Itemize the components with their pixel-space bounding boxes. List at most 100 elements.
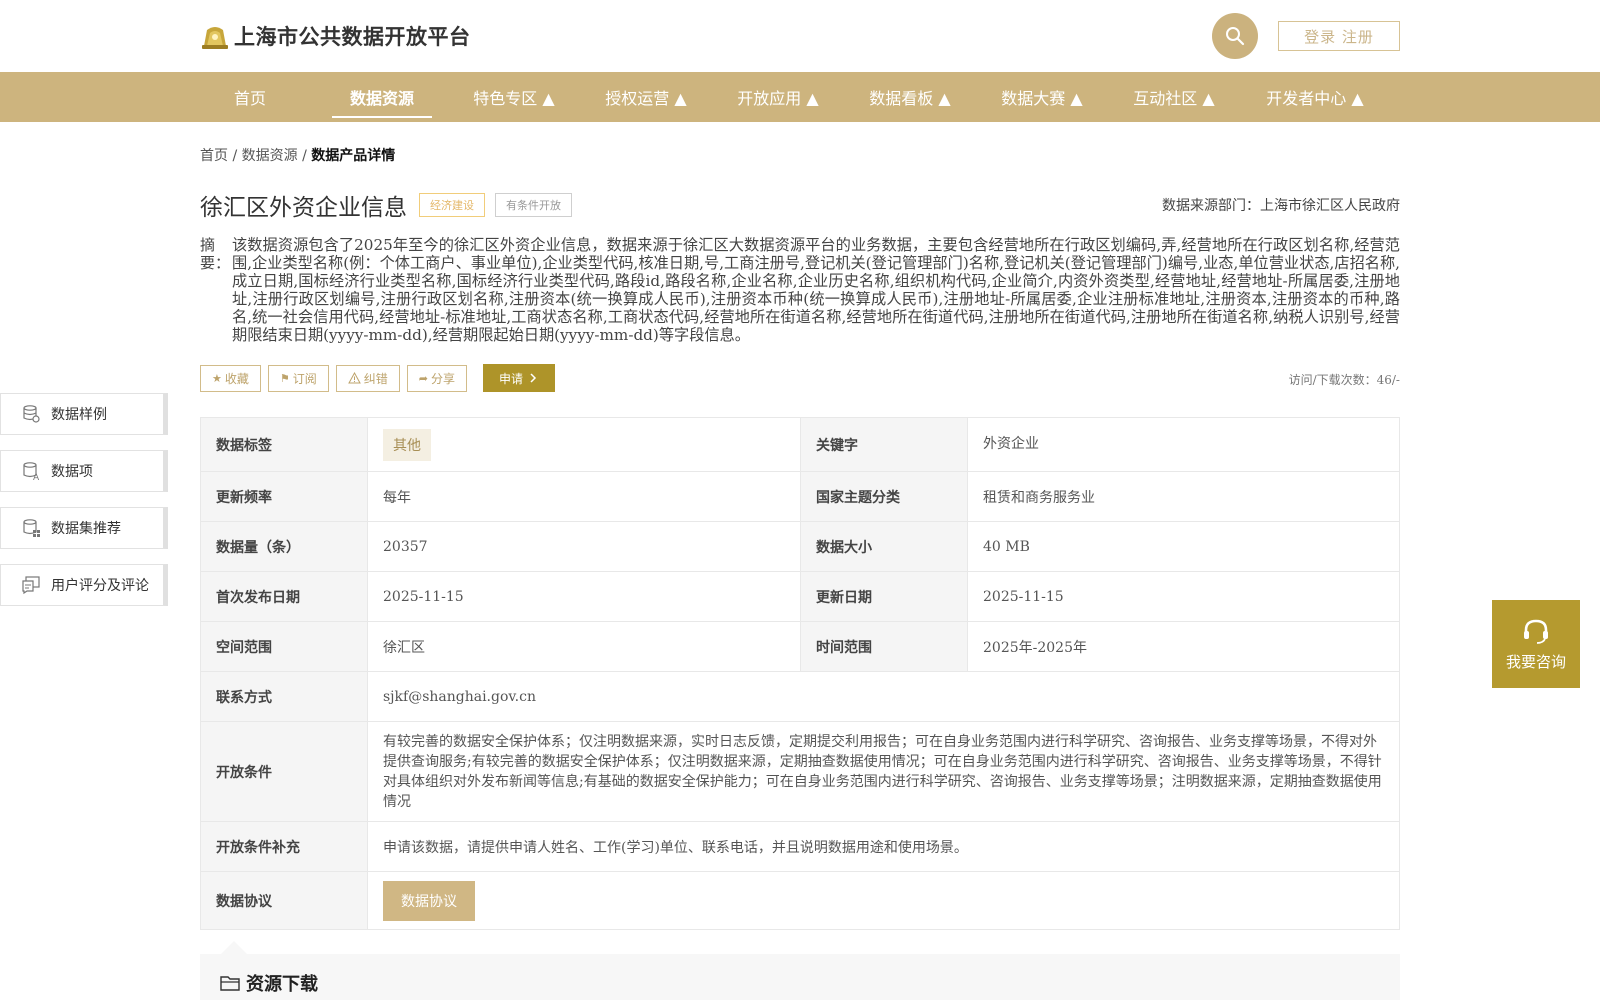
top-header: 上海市公共数据开放平台 登录 注册: [0, 0, 1600, 72]
breadcrumb-home[interactable]: 首页: [200, 148, 228, 164]
consult-button[interactable]: 我要咨询: [1492, 600, 1580, 688]
search-button[interactable]: [1212, 13, 1258, 59]
nav-data-dashboard[interactable]: 数据看板 ▲: [864, 72, 956, 122]
page-title: 徐汇区外资企业信息: [200, 195, 407, 221]
breadcrumb-separator: /: [228, 148, 242, 164]
data-tag-pill[interactable]: 其他: [383, 428, 431, 461]
update-frequency-value: 每年: [367, 471, 801, 522]
table-row: 开放条件 有较完善的数据安全保护体系；仅注明数据来源，实时日志反馈，定期提交利用…: [200, 721, 1400, 822]
nav-authorized-ops[interactable]: 授权运营 ▲: [600, 72, 692, 122]
breadcrumb-separator: /: [297, 148, 312, 164]
side-nav-label: 数据项: [51, 464, 93, 480]
subscribe-button[interactable]: ⚑ 订阅: [267, 364, 329, 392]
table-row: 数据协议 数据协议: [200, 871, 1400, 930]
side-nav-data-sample[interactable]: 数据样例: [0, 393, 168, 435]
download-pointer: [220, 941, 248, 955]
first-publish-date-label: 首次发布日期: [200, 571, 368, 622]
data-tag-cell: 其他: [367, 417, 801, 472]
report-error-button[interactable]: 纠错: [335, 364, 400, 392]
open-type-tag: 有条件开放: [495, 193, 572, 217]
data-size-value: 40 MB: [967, 521, 1400, 572]
breadcrumb-current: 数据产品详情: [311, 148, 396, 164]
abstract-text: 该数据资源包含了2025年至今的徐汇区外资企业信息，数据来源于徐汇区大数据资源平…: [232, 236, 1400, 344]
nav-community[interactable]: 互动社区 ▲: [1128, 72, 1220, 122]
spatial-range-value: 徐汇区: [367, 621, 801, 672]
breadcrumb: 首页 / 数据资源 / 数据产品详情: [200, 145, 395, 165]
logo-icon: [202, 27, 228, 49]
side-nav-label: 数据样例: [51, 407, 107, 423]
side-nav-dataset-recommend[interactable]: 数据集推荐: [0, 507, 168, 549]
nav-home[interactable]: 首页: [222, 72, 278, 122]
subscribe-label: 订阅: [292, 371, 317, 386]
national-theme-label: 国家主题分类: [800, 471, 968, 522]
open-conditions-extra-label: 开放条件补充: [200, 821, 368, 872]
data-items-icon: A: [20, 460, 42, 482]
data-protocol-button[interactable]: 数据协议: [383, 880, 475, 921]
nav-developer-center[interactable]: 开发者中心 ▲: [1260, 72, 1370, 122]
keyword-label: 关键字: [800, 417, 968, 472]
update-frequency-label: 更新频率: [200, 471, 368, 522]
headset-icon: [1524, 619, 1548, 644]
side-nav-label: 数据集推荐: [51, 521, 121, 537]
download-title: 资源下载: [246, 974, 318, 995]
spatial-range-label: 空间范围: [200, 621, 368, 672]
share-button[interactable]: ➦ 分享: [406, 364, 468, 392]
side-nav-data-items[interactable]: A 数据项: [0, 450, 168, 492]
data-volume-label: 数据量（条）: [200, 521, 368, 572]
data-size-label: 数据大小: [800, 521, 968, 572]
contact-value: sjkf@shanghai.gov.cn: [367, 671, 1400, 722]
table-row: 联系方式 sjkf@shanghai.gov.cn: [200, 671, 1400, 722]
keyword-value: 外资企业: [967, 417, 1400, 472]
consult-label: 我要咨询: [1505, 652, 1566, 671]
open-conditions-extra-value: 申请该数据，请提供申请人姓名、工作(学习)单位、联系电话，并且说明数据用途和使用…: [367, 821, 1400, 872]
favorite-button[interactable]: ★ 收藏: [200, 364, 261, 392]
bookmark-icon: ⚑: [279, 371, 290, 385]
dataset-info-table: 数据标签 其他 关键字 外资企业 更新频率 每年 国家主题分类 租赁和商务服务业…: [200, 417, 1400, 930]
nav-special-zone[interactable]: 特色专区 ▲: [468, 72, 560, 122]
update-date-value: 2025-11-15: [967, 571, 1400, 622]
action-bar: ★ 收藏 ⚑ 订阅 纠错 ➦ 分享 申请: [200, 364, 556, 392]
dataset-recommend-icon: [20, 517, 42, 539]
title-row: 徐汇区外资企业信息 经济建设 有条件开放: [200, 188, 572, 222]
chevron-right-icon: [530, 373, 537, 383]
folder-icon: [220, 976, 240, 991]
time-range-value: 2025年-2025年: [967, 621, 1400, 672]
time-range-label: 时间范围: [800, 621, 968, 672]
table-row: 更新频率 每年 国家主题分类 租赁和商务服务业: [200, 471, 1400, 522]
breadcrumb-data-resources[interactable]: 数据资源: [242, 148, 298, 164]
contact-label: 联系方式: [200, 671, 368, 722]
main-nav: 首页 数据资源 特色专区 ▲ 授权运营 ▲ 开放应用 ▲ 数据看板 ▲ 数据大赛…: [0, 72, 1600, 122]
favorite-label: 收藏: [224, 371, 249, 386]
nav-data-contest[interactable]: 数据大赛 ▲: [996, 72, 1088, 122]
side-nav-label: 用户评分及评论: [51, 578, 149, 594]
warning-icon: [347, 372, 361, 384]
open-conditions-value: 有较完善的数据安全保护体系；仅注明数据来源，实时日志反馈，定期提交利用报告；可在…: [367, 721, 1400, 822]
category-tag: 经济建设: [419, 193, 485, 217]
table-row: 数据量（条） 20357 数据大小 40 MB: [200, 521, 1400, 572]
search-icon: [1226, 27, 1245, 46]
update-date-label: 更新日期: [800, 571, 968, 622]
nav-open-apps[interactable]: 开放应用 ▲: [732, 72, 824, 122]
star-icon: ★: [212, 371, 222, 385]
visit-download-count: 访问/下载次数：46/-: [1288, 373, 1400, 387]
login-register-button[interactable]: 登录 注册: [1278, 21, 1400, 51]
table-row: 数据标签 其他 关键字 外资企业: [200, 417, 1400, 472]
abstract-label: 摘要：: [200, 236, 231, 272]
apply-label: 申请: [499, 371, 524, 386]
svg-text:A: A: [33, 473, 40, 481]
table-row: 空间范围 徐汇区 时间范围 2025年-2025年: [200, 621, 1400, 672]
first-publish-date-value: 2025-11-15: [367, 571, 801, 622]
national-theme-value: 租赁和商务服务业: [967, 471, 1400, 522]
share-icon: ➦: [418, 371, 429, 385]
table-row: 首次发布日期 2025-11-15 更新日期 2025-11-15: [200, 571, 1400, 622]
apply-button[interactable]: 申请: [483, 364, 556, 392]
site-title: 上海市公共数据开放平台: [234, 25, 471, 49]
site-logo[interactable]: 上海市公共数据开放平台: [200, 21, 471, 51]
report-error-label: 纠错: [363, 371, 388, 386]
data-protocol-cell: 数据协议: [367, 871, 1400, 930]
share-label: 分享: [431, 371, 456, 386]
resource-download-section: [200, 954, 1400, 1000]
nav-data-resources[interactable]: 数据资源: [332, 72, 432, 122]
side-nav-rating-comments[interactable]: 用户评分及评论: [0, 564, 168, 606]
data-volume-value: 20357: [367, 521, 801, 572]
